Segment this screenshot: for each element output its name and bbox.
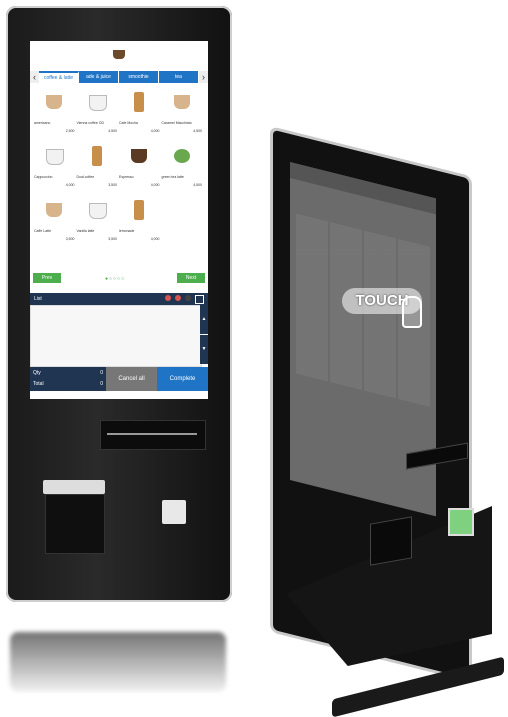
item-price: 4,000: [150, 237, 160, 241]
item-name: Espresso: [119, 175, 134, 179]
item-name: Vanilla latte: [76, 229, 95, 233]
tab-coffee-latte[interactable]: coffee & latte: [39, 71, 79, 83]
coffee-cup-icon: [46, 95, 62, 109]
remove-icon[interactable]: [175, 295, 181, 301]
item-price: 3,500: [65, 237, 75, 241]
home-icon[interactable]: [195, 295, 204, 304]
item-name: Dual coffee: [76, 175, 95, 179]
order-summary: Qty 0 Total 0 Cancel all Complete: [30, 367, 208, 391]
item-price: 4,000: [150, 183, 160, 187]
list-icons: [165, 295, 204, 304]
coffee-cup-icon: [131, 149, 147, 163]
chevron-right-icon[interactable]: ›: [199, 71, 208, 83]
glass-drink-icon: [91, 146, 102, 166]
tea-cup-icon: [173, 149, 190, 163]
category-tabs: ‹ coffee & latte ade & juice smoothie te…: [30, 71, 208, 83]
tab-smoothie[interactable]: smoothie: [119, 71, 159, 83]
coffee-cup-icon: [88, 95, 107, 111]
item-price: 3,500: [108, 183, 117, 187]
glass-drink-icon: [134, 92, 144, 112]
item-name: lemonade: [119, 229, 135, 233]
menu-item[interactable]: Espresso 4,000: [119, 143, 162, 193]
menu-item[interactable]: Caffe Latte 3,500: [34, 197, 77, 247]
menu-item[interactable]: americano 2,500: [34, 89, 77, 139]
kiosk-right: [262, 126, 504, 717]
tab-ade-juice[interactable]: ade & juice: [79, 71, 119, 83]
item-price: 4,500: [108, 129, 117, 133]
coffee-cup-icon: [46, 149, 64, 165]
order-list-header: List: [30, 293, 208, 305]
menu-item[interactable]: Dual coffee 3,500: [77, 143, 120, 193]
coffee-cup-icon: [113, 50, 125, 59]
prev-button[interactable]: Prev: [33, 273, 61, 283]
mug-icon: [88, 203, 107, 219]
qr-scanner[interactable]: [162, 500, 186, 524]
total-label: Total: [33, 381, 44, 387]
item-name: green tea latte: [161, 175, 184, 179]
item-name: Caffe Latte: [34, 229, 52, 233]
next-button[interactable]: Next: [177, 273, 205, 283]
receipt-slot: [45, 494, 105, 554]
cafe-logo: [110, 45, 128, 63]
item-name: Cappuccino: [34, 175, 53, 179]
order-list: [30, 305, 202, 367]
help-icon[interactable]: [185, 295, 191, 301]
chevron-left-icon[interactable]: ‹: [30, 71, 39, 83]
floor-reflection: [10, 632, 226, 692]
menu-item[interactable]: Cappuccino 4,000: [34, 143, 77, 193]
glass-drink-icon: [134, 200, 144, 220]
kiosk-left: ‹ coffee & latte ade & juice smoothie te…: [6, 6, 232, 602]
item-price: 2,500: [65, 129, 75, 133]
totals-box: Qty 0 Total 0: [30, 367, 106, 391]
item-price: 3,500: [108, 237, 117, 241]
list-label: List: [34, 296, 42, 302]
kiosk-screen: ‹ coffee & latte ade & juice smoothie te…: [30, 41, 208, 399]
receipt-slot-right: [370, 516, 412, 566]
item-price: 4,000: [65, 183, 75, 187]
coffee-cup-icon: [46, 203, 62, 217]
hand-pointer-icon: [402, 296, 422, 328]
item-price: 4,000: [150, 129, 160, 133]
qty-value: 0: [100, 370, 103, 376]
menu-item[interactable]: Cafe Mocha 4,000: [119, 89, 162, 139]
coffee-cup-icon: [173, 95, 190, 109]
receipt-printer: [43, 480, 105, 494]
qty-label: Qty: [33, 370, 41, 376]
item-name: americano: [34, 121, 51, 125]
menu-item[interactable]: Vienna coffee OD 4,500: [77, 89, 120, 139]
menu-item[interactable]: green tea latte 4,500: [162, 143, 205, 193]
menu-item[interactable]: lemonade 4,000: [119, 197, 162, 247]
delete-icon[interactable]: [165, 295, 171, 301]
item-price: 4,500: [193, 183, 202, 187]
qr-scanner-right: [448, 508, 474, 536]
tab-tea[interactable]: tea: [159, 71, 199, 83]
scroll-up-button[interactable]: ▲: [200, 305, 208, 334]
menu-item[interactable]: Vanilla latte 3,500: [77, 197, 120, 247]
item-name: Vienna coffee OD: [76, 121, 105, 125]
total-value: 0: [100, 381, 103, 387]
scroll-down-button[interactable]: ▼: [200, 335, 208, 364]
item-name: Caramel Macchiato: [161, 121, 192, 125]
complete-button[interactable]: Complete: [157, 367, 208, 391]
menu-grid: americano 2,500 Vienna coffee OD 4,500 Caf…: [34, 89, 204, 247]
menu-item[interactable]: Caramel Macchiato 4,500: [162, 89, 205, 139]
card-reader-slot[interactable]: [100, 420, 206, 450]
cancel-all-button[interactable]: Cancel all: [106, 367, 157, 391]
item-price: 4,500: [193, 129, 202, 133]
item-name: Cafe Mocha: [119, 121, 138, 125]
page-dots: ●○○○○: [105, 276, 126, 282]
